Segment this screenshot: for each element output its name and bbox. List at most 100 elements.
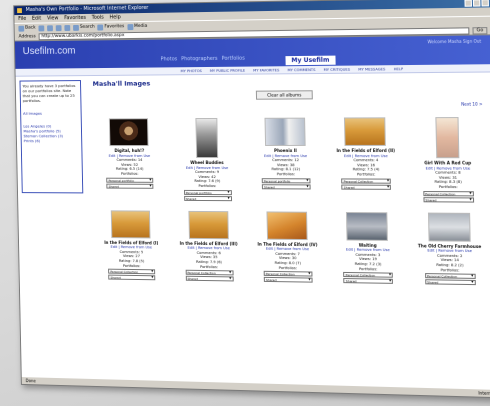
status-text: Done (25, 378, 36, 384)
portfolio-select[interactable]: Personal Collection (263, 270, 313, 277)
sharing-select[interactable]: Shared (263, 276, 313, 283)
image-card: Waiting Edit | Remove from Use Comments: 3… (330, 211, 406, 285)
subnav-public-profile[interactable]: MY PUBLIC PROFILE (210, 67, 245, 74)
refresh-button[interactable] (55, 24, 62, 31)
image-card: In The Fields of Elford (IV) Edit | Remov… (250, 211, 325, 283)
portfolios-label: Portfolios: (200, 264, 218, 269)
image-card: Phoenix II Edit | Remove from Use Comments… (248, 117, 323, 202)
image-card: In the Fields of Elford (III) Edit | Remo… (172, 210, 246, 282)
image-thumbnail[interactable] (109, 118, 149, 147)
sharing-select[interactable]: Shared (183, 195, 232, 201)
status-bar: Done Internet (21, 376, 490, 398)
sharing-select[interactable]: Shared (424, 279, 476, 286)
stop-button[interactable] (46, 24, 53, 31)
forward-button[interactable] (38, 24, 45, 31)
sharing-select[interactable]: Shared (185, 275, 234, 282)
sidebar-panel: You already have 3 portfolios on our por… (19, 80, 84, 194)
maximize-button[interactable] (472, 0, 481, 7)
sidebar-intro: You already have 3 portfolios on our por… (22, 83, 76, 104)
sharing-select[interactable]: Shared (343, 278, 394, 285)
sharing-select[interactable]: Shared (261, 183, 311, 190)
tab-my-usefilm[interactable]: My Usefilm (285, 55, 336, 66)
forward-arrow-icon (38, 24, 45, 31)
subnav-my-photos[interactable]: MY PHOTOS (180, 67, 202, 74)
portfolios-label: Portfolios: (122, 263, 141, 268)
image-grid: Digital, huh!? Edit | Remove from Use Comm… (93, 117, 488, 286)
nav-photographers[interactable]: Photographers (181, 56, 218, 62)
portfolio-select[interactable]: Personal Collection (343, 272, 394, 278)
image-card: Girl With A Red Cup Edit | Remove from Us… (409, 117, 487, 203)
search-button[interactable]: Search (72, 24, 95, 31)
portfolios-label: Portfolios: (276, 172, 296, 177)
subnav-help[interactable]: HELP (394, 65, 404, 72)
sharing-select[interactable]: Shared (108, 274, 156, 281)
go-button[interactable]: Go (472, 26, 488, 34)
media-label: Media (134, 23, 148, 30)
image-thumbnail[interactable] (427, 212, 471, 242)
image-card: In the Fields of Elford (I) Edit | Remove… (95, 209, 167, 281)
portfolio-select[interactable]: Personal Collection (341, 178, 392, 184)
image-card: Wheel Buddies Edit | Remove from Use Comme… (170, 117, 244, 201)
nav-portfolios[interactable]: Portfolios (222, 56, 245, 62)
site-logo[interactable]: Usefilm.com (23, 46, 76, 57)
star-icon (97, 24, 104, 31)
back-label: Back (25, 25, 36, 31)
portfolio-select[interactable]: Personal Collection (185, 269, 234, 276)
image-card: The Old Cherry Farmhouse Edit | Remove fr… (411, 212, 489, 286)
sidebar-item-prints[interactable]: Prints (6) (24, 138, 80, 143)
minimize-button[interactable] (464, 0, 473, 7)
back-arrow-icon (18, 25, 25, 32)
back-button[interactable]: Back (18, 25, 36, 32)
portfolio-select[interactable]: Personal portfolio (183, 189, 232, 195)
menu-file[interactable]: File (18, 15, 26, 23)
menu-help[interactable]: Help (110, 13, 121, 21)
menu-tools[interactable]: Tools (92, 14, 104, 22)
media-button[interactable]: Media (127, 23, 148, 30)
sharing-select[interactable]: Shared (106, 183, 154, 189)
image-thumbnail[interactable] (195, 117, 218, 159)
sharing-select[interactable]: Shared (423, 196, 474, 203)
close-button[interactable] (481, 0, 489, 7)
window-controls (464, 0, 489, 7)
portfolio-select[interactable]: Personal portfolio (106, 177, 154, 183)
sharing-select[interactable]: Shared (341, 184, 392, 190)
site-header: Usefilm.com Welcome Masha Sign Out Photo… (14, 35, 490, 69)
portfolio-select[interactable]: Personal Collection (424, 273, 476, 280)
stop-icon (46, 24, 53, 31)
favorites-button[interactable]: Favorites (97, 24, 125, 31)
menu-edit[interactable]: Edit (32, 15, 41, 23)
portfolio-select[interactable]: Personal portfolio (261, 177, 311, 183)
image-thumbnail[interactable] (435, 117, 460, 159)
portfolio-select[interactable]: Personal Collection (423, 190, 474, 196)
nav-photos[interactable]: Photos (160, 56, 177, 62)
subnav-critiques[interactable]: MY CRITIQUES (323, 66, 351, 73)
image-thumbnail[interactable] (110, 209, 151, 239)
home-button[interactable] (64, 24, 71, 31)
image-thumbnail[interactable] (264, 117, 306, 146)
window-title: Masha's Own Portfolio - Microsoft Intern… (25, 4, 149, 13)
portfolio-select[interactable]: Personal Collection (108, 268, 156, 275)
media-icon (127, 23, 134, 30)
subnav-favorites[interactable]: MY FAVORITES (253, 66, 279, 73)
menu-view[interactable]: View (47, 14, 59, 22)
subnav-messages[interactable]: MY MESSAGES (358, 65, 385, 72)
menu-favorites[interactable]: Favorites (64, 14, 86, 22)
image-card: Digital, huh!? Edit | Remove from Use Comm… (93, 118, 165, 200)
page-title: Masha'll Images (92, 79, 151, 88)
portfolios-label: Portfolios: (120, 171, 139, 176)
subnav-comments[interactable]: MY COMMENTS (287, 66, 315, 73)
image-card: In the Fields of Elford (II) Edit | Remov… (328, 117, 405, 201)
main-content: Masha'll Images Clear all albums Next 10… (85, 72, 490, 289)
page-body: You already have 3 portfolios on our por… (16, 72, 490, 289)
image-thumbnail[interactable] (187, 210, 229, 239)
image-thumbnail[interactable] (344, 117, 387, 146)
home-icon (64, 24, 71, 31)
ie-icon (17, 8, 22, 14)
portfolios-label: Portfolios: (358, 266, 378, 271)
portfolios-label: Portfolios: (356, 172, 376, 177)
image-thumbnail[interactable] (346, 211, 389, 241)
next-page-link[interactable]: Next 10 > (461, 101, 483, 106)
image-thumbnail[interactable] (266, 211, 308, 240)
security-zone: Internet (478, 390, 490, 397)
clear-albums-button[interactable]: Clear all albums (255, 90, 313, 100)
